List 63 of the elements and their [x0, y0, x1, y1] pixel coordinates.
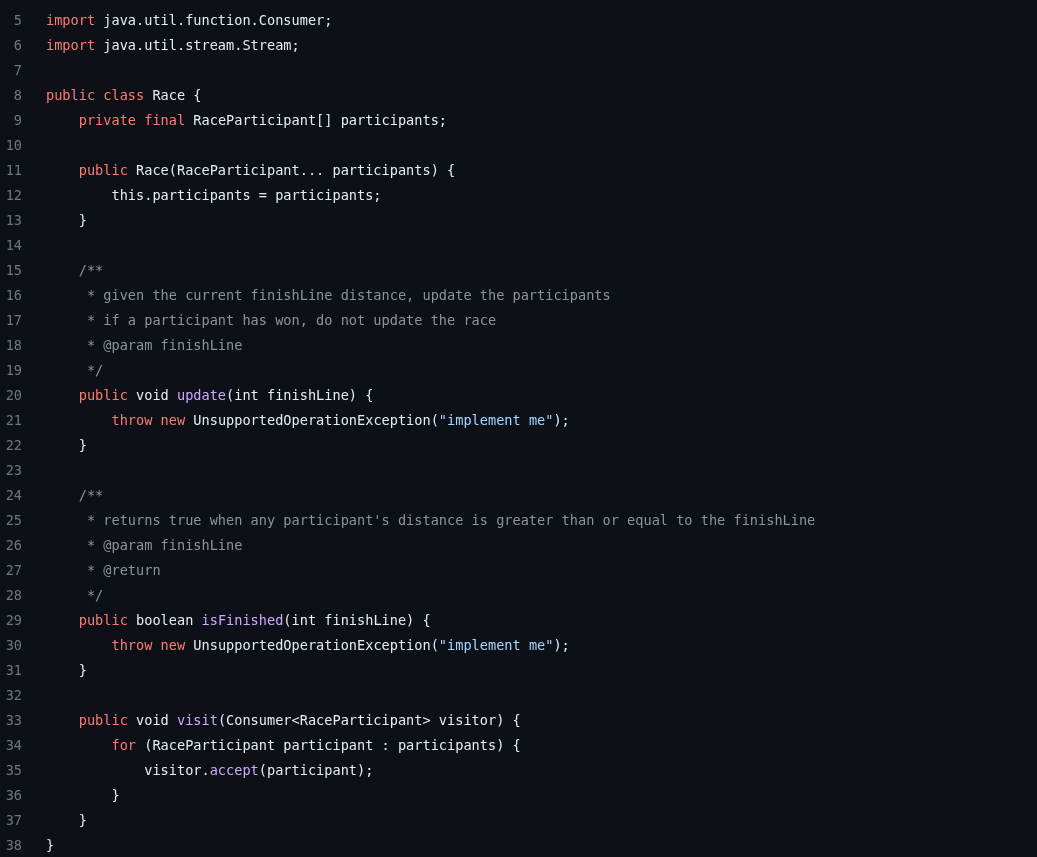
code-line: * @return	[85, 561, 161, 581]
code-line: throw new UnsupportedOperationException("implement me");	[110, 636, 570, 656]
line-number: 7	[12, 61, 22, 81]
code-line: }	[77, 661, 87, 681]
line-number: 29	[4, 611, 22, 631]
code-line: * @param finishLine	[85, 336, 243, 356]
line-number: 27	[4, 561, 22, 581]
code-line: import java.util.function.Consumer;	[46, 11, 333, 31]
code-line: public Race(RaceParticipant... participants) {	[77, 161, 456, 181]
code-line: }	[77, 211, 87, 231]
line-number: 11	[4, 161, 22, 181]
code-line: */	[85, 361, 104, 381]
line-number: 24	[4, 486, 22, 506]
line-number: 8	[12, 86, 22, 106]
line-number: 31	[4, 661, 22, 681]
code-line: * given the current finishLine distance, update the participants	[85, 286, 611, 306]
line-number: 35	[4, 761, 22, 781]
line-number: 37	[4, 811, 22, 831]
line-number: 33	[4, 711, 22, 731]
line-number: 16	[4, 286, 22, 306]
line-number: 12	[4, 186, 22, 206]
code-line: */	[85, 586, 104, 606]
line-number: 32	[4, 686, 22, 706]
code-line: }	[77, 436, 87, 456]
line-number: 6	[12, 36, 22, 56]
code-line: }	[77, 811, 87, 831]
code-line: this.participants = participants;	[110, 186, 382, 206]
code-line: import java.util.stream.Stream;	[46, 36, 300, 56]
line-number: 34	[4, 736, 22, 756]
line-number: 14	[4, 236, 22, 256]
line-number: 28	[4, 586, 22, 606]
code-line: * @param finishLine	[85, 536, 243, 556]
line-number: 10	[4, 136, 22, 156]
code-line: }	[110, 786, 120, 806]
line-number: 5	[12, 11, 22, 31]
line-number: 36	[4, 786, 22, 806]
line-number: 30	[4, 636, 22, 656]
code-line: public void visit(Consumer<RaceParticipant> visitor) {	[77, 711, 521, 731]
code-line: * returns true when any participant's distance is greater than or equal to the finishLine	[85, 511, 816, 531]
line-number: 23	[4, 461, 22, 481]
line-number: 15	[4, 261, 22, 281]
line-number: 17	[4, 311, 22, 331]
line-number: 18	[4, 336, 22, 356]
code-line: * if a participant has won, do not update the race	[85, 311, 497, 331]
code-line: public void update(int finishLine) {	[77, 386, 374, 406]
line-number: 13	[4, 211, 22, 231]
code-line: }	[46, 836, 55, 856]
line-number: 21	[4, 411, 22, 431]
line-number: 19	[4, 361, 22, 381]
line-number: 20	[4, 386, 22, 406]
code-line: /**	[77, 261, 104, 281]
code-line: throw new UnsupportedOperationException("implement me");	[110, 411, 570, 431]
line-number: 26	[4, 536, 22, 556]
code-line: public class Race {	[46, 86, 202, 106]
code-line: private final RaceParticipant[] participants;	[77, 111, 448, 131]
code-line: public boolean isFinished(int finishLine) {	[77, 611, 431, 631]
code-line: for (RaceParticipant participant : participants) {	[110, 736, 521, 756]
line-number: 25	[4, 511, 22, 531]
line-number: 9	[12, 111, 22, 131]
code-line: /**	[77, 486, 104, 506]
code-line: visitor.accept(participant);	[143, 761, 374, 781]
line-number: 38	[4, 836, 22, 856]
line-number: 22	[4, 436, 22, 456]
